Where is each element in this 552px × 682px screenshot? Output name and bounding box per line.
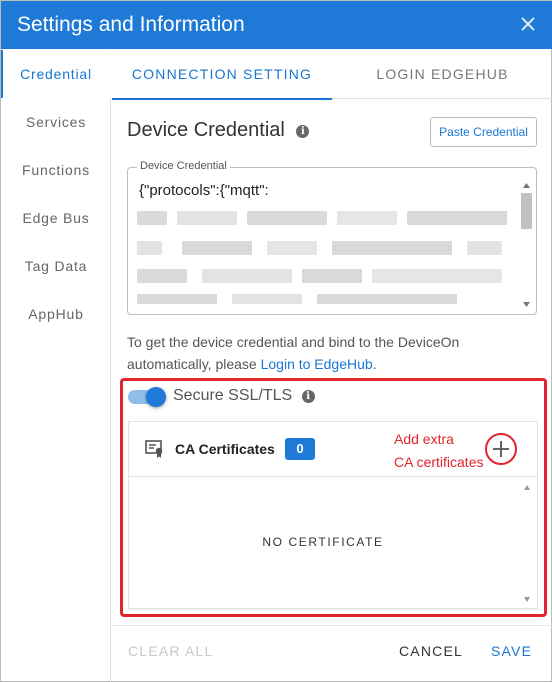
tab-login-edgehub[interactable]: LOGIN EDGEHUB: [332, 49, 552, 99]
plus-icon: [493, 441, 509, 457]
sidebar-item-label: Credential: [20, 66, 92, 82]
no-certificate-text: NO CERTIFICATE: [262, 535, 384, 549]
sidebar-item-label: Edge Bus: [22, 210, 90, 226]
ssl-toggle-knob[interactable]: [146, 387, 166, 407]
credential-scrollbar[interactable]: [520, 178, 533, 312]
tab-bar: CONNECTION SETTING LOGIN EDGEHUB: [112, 49, 552, 100]
sidebar-item-services[interactable]: Services: [1, 98, 111, 146]
dialog-title: Settings and Information: [17, 13, 245, 36]
ca-certificates-title: CA Certificates: [175, 441, 275, 457]
sidebar-item-label: Services: [25, 114, 87, 130]
save-button[interactable]: SAVE: [491, 643, 532, 659]
sidebar-item-label: Tag Data: [24, 258, 88, 274]
sidebar-item-credential[interactable]: Credential: [1, 50, 111, 98]
cancel-button[interactable]: CANCEL: [399, 643, 463, 659]
ssl-toggle-label: Secure SSL/TLS i: [173, 387, 315, 405]
info-icon[interactable]: i: [296, 125, 310, 138]
dialog-titlebar: Settings and Information: [1, 1, 552, 49]
annotation-text: Add extra: [394, 431, 454, 447]
certificate-icon: [145, 440, 163, 458]
ssl-label: Secure SSL/TLS: [173, 387, 293, 404]
device-credential-title: Device Credential: [127, 119, 285, 141]
ca-count-badge: 0: [285, 438, 315, 460]
redacted-text-row: [137, 269, 507, 283]
info-icon[interactable]: i: [301, 390, 315, 403]
sidebar-item-label: AppHub: [28, 306, 84, 322]
sidebar: Credential Services Functions Edge Bus T…: [1, 49, 111, 682]
clear-all-button[interactable]: CLEAR ALL: [128, 643, 214, 659]
sidebar-item-label: Functions: [22, 162, 90, 178]
add-certificate-button[interactable]: [485, 433, 517, 465]
sidebar-item-tag-data[interactable]: Tag Data: [1, 242, 111, 290]
device-credential-value: {"protocols":{"mqtt":: [139, 182, 269, 199]
login-edgehub-link[interactable]: Login to EdgeHub: [261, 356, 373, 372]
section-title: Device Credential i: [127, 119, 310, 142]
tab-label: CONNECTION SETTING: [131, 66, 313, 82]
redacted-text-row: [137, 241, 507, 255]
sidebar-item-apphub[interactable]: AppHub: [1, 290, 111, 338]
help-text-suffix: .: [372, 356, 377, 372]
sidebar-item-functions[interactable]: Functions: [1, 146, 111, 194]
sidebar-item-edge-bus[interactable]: Edge Bus: [1, 194, 111, 242]
tab-label: LOGIN EDGEHUB: [376, 66, 509, 82]
close-icon[interactable]: [517, 13, 539, 35]
redacted-text-row: [137, 294, 507, 304]
device-credential-field-label: Device Credential: [137, 160, 230, 172]
redacted-text-row: [137, 211, 507, 225]
tab-connection-setting[interactable]: CONNECTION SETTING: [112, 49, 332, 100]
settings-dialog: Settings and Information Credential Serv…: [0, 0, 552, 682]
ca-scrollbar[interactable]: [521, 481, 533, 607]
credential-help-text: To get the device credential and bind to…: [127, 331, 542, 375]
annotation-text: CA certificates: [394, 454, 484, 470]
paste-credential-button[interactable]: Paste Credential: [430, 117, 537, 147]
